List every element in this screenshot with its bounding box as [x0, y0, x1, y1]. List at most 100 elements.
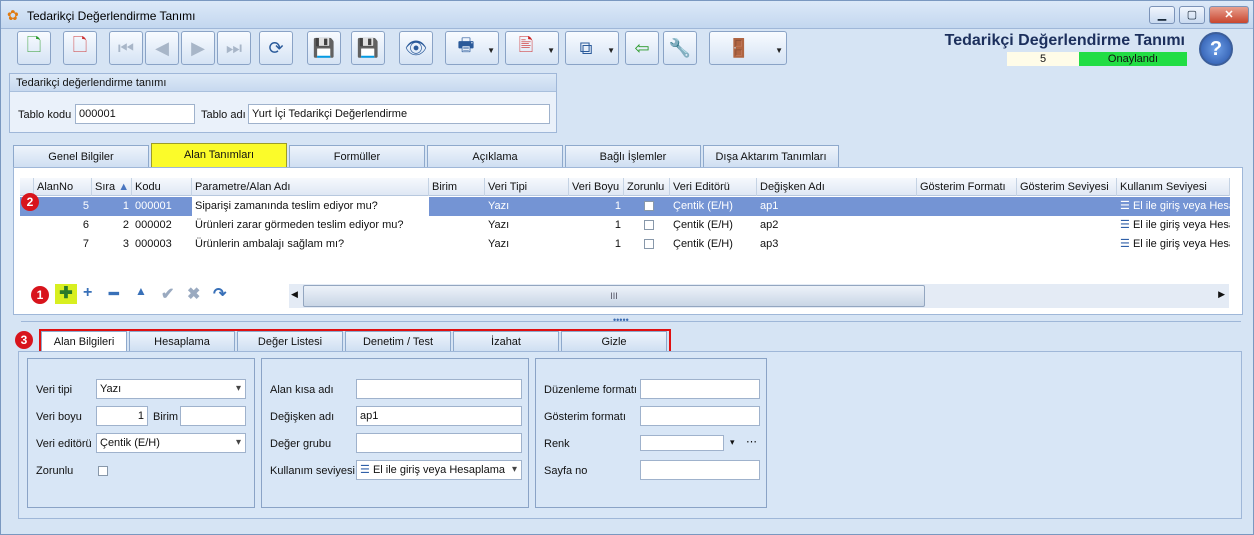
- tab-disa-aktarim[interactable]: Dışa Aktarım Tanımları: [703, 145, 839, 167]
- renk-color-picker[interactable]: [640, 435, 724, 451]
- table-row[interactable]: 6 2 000002 Ürünleri zarar görmeden tesli…: [20, 216, 1230, 235]
- veri-tipi-select[interactable]: Yazı: [96, 379, 246, 399]
- save-close-button[interactable]: 💾: [351, 31, 385, 65]
- degisken-adi-input[interactable]: ap1: [356, 406, 522, 426]
- tab-formuller[interactable]: Formüller: [289, 145, 425, 167]
- splitter-handle[interactable]: •••••: [613, 315, 629, 325]
- ellipsis-icon[interactable]: ⋯: [746, 435, 757, 448]
- main-window: ✿ Tedarikçi Değerlendirme Tanımı ▁ ▢ ✕ 🗋…: [0, 0, 1254, 535]
- last-record-button[interactable]: ⏭: [217, 31, 251, 65]
- exit-button[interactable]: 🚪 ▼: [709, 31, 787, 65]
- duzenleme-input[interactable]: [640, 379, 760, 399]
- tab-bagli-islemler[interactable]: Bağlı İşlemler: [565, 145, 701, 167]
- zorunlu-checkbox[interactable]: [643, 239, 654, 250]
- col-degisken-adi[interactable]: Değişken Adı: [757, 178, 917, 196]
- birim-input[interactable]: [180, 406, 246, 426]
- refresh-icon: ⟳: [268, 37, 284, 58]
- first-record-button[interactable]: ⏮: [109, 31, 143, 65]
- cell-kodu: 000001: [135, 200, 172, 212]
- renk-label: Renk: [544, 438, 570, 450]
- col-veri-tipi[interactable]: Veri Tipi: [485, 178, 569, 196]
- chevron-down-icon: ▼: [775, 46, 783, 55]
- zorunlu-checkbox[interactable]: [98, 466, 108, 476]
- cell-veri-boyu: 1: [614, 219, 621, 231]
- scrollbar-thumb[interactable]: III: [303, 285, 925, 307]
- new-doc-icon: 🗋: [26, 35, 42, 55]
- gosterim-label: Gösterim formatı: [544, 411, 626, 423]
- veri-editoru-label: Veri editörü: [36, 438, 92, 450]
- new-document-button[interactable]: 🗋: [17, 31, 51, 65]
- annotation-badge-1: 1: [31, 286, 49, 304]
- col-veri-editoru[interactable]: Veri Editörü: [670, 178, 757, 196]
- col-kullanim-seviyesi[interactable]: Kullanım Seviyesi: [1117, 178, 1230, 196]
- refresh-button[interactable]: ⟳: [259, 31, 293, 65]
- table-code-input[interactable]: 000001: [75, 104, 195, 124]
- zorunlu-checkbox[interactable]: [643, 220, 654, 231]
- alan-kisa-adi-input[interactable]: [356, 379, 522, 399]
- delete-row-button[interactable]: ━: [109, 284, 119, 304]
- confirm-button[interactable]: ✔: [161, 284, 174, 304]
- col-veri-boyu[interactable]: Veri Boyu: [569, 178, 624, 196]
- copy-button[interactable]: ⧉ ▼: [565, 31, 619, 65]
- cell-zorunlu[interactable]: [624, 216, 670, 235]
- gosterim-input[interactable]: [640, 406, 760, 426]
- cell-zorunlu[interactable]: [624, 197, 670, 216]
- scroll-left-icon[interactable]: ◀: [291, 289, 298, 300]
- col-gosterim-seviyesi[interactable]: Gösterim Seviyesi: [1017, 178, 1117, 196]
- preview-button[interactable]: 👁: [399, 31, 433, 65]
- deger-grubu-label: Değer grubu: [270, 438, 332, 450]
- col-parametre[interactable]: Parametre/Alan Adı: [192, 178, 429, 196]
- tab-aciklama[interactable]: Açıklama: [427, 145, 563, 167]
- tab-genel-bilgiler[interactable]: Genel Bilgiler: [13, 145, 149, 167]
- move-up-button[interactable]: ▲: [135, 284, 147, 298]
- maximize-button[interactable]: ▢: [1179, 6, 1205, 24]
- table-name-input[interactable]: Yurt İçi Tedarikçi Değerlendirme: [248, 104, 550, 124]
- chevron-down-icon: ▼: [487, 46, 495, 55]
- col-birim[interactable]: Birim: [429, 178, 485, 196]
- cell-veri-tipi: Yazı: [488, 219, 510, 231]
- chevron-down-icon[interactable]: ▾: [730, 437, 735, 448]
- col-alanno[interactable]: AlanNo: [34, 178, 92, 196]
- grid-horizontal-scrollbar[interactable]: ◀ III ▶: [289, 284, 1229, 308]
- cell-zorunlu[interactable]: [624, 235, 670, 254]
- redo-button[interactable]: ↷: [213, 284, 226, 304]
- table-row[interactable]: 5 1 000001 Siparişi zamanında teslim edi…: [20, 197, 1230, 216]
- export-pdf-button[interactable]: 🖹 ▼: [505, 31, 559, 65]
- minimize-button[interactable]: ▁: [1149, 6, 1175, 24]
- add-row-button[interactable]: ✚: [55, 284, 77, 304]
- deger-grubu-input[interactable]: [356, 433, 522, 453]
- cell-alanno: 5: [82, 200, 89, 212]
- cancel-edit-button[interactable]: ✖: [187, 284, 200, 304]
- col-kodu[interactable]: Kodu: [132, 178, 192, 196]
- col-gosterim-formati[interactable]: Gösterim Formatı: [917, 178, 1017, 196]
- veri-boyu-label: Veri boyu: [36, 411, 82, 423]
- help-button[interactable]: ?: [1199, 32, 1233, 66]
- kullanim-select[interactable]: ☰ El ile giriş veya Hesaplama: [356, 460, 522, 480]
- table-row[interactable]: 7 3 000003 Ürünlerin ambalajı sağlam mı?…: [20, 235, 1230, 254]
- import-button[interactable]: ⇦: [625, 31, 659, 65]
- next-record-button[interactable]: ▶: [181, 31, 215, 65]
- col-zorunlu[interactable]: Zorunlu: [624, 178, 670, 196]
- zorunlu-checkbox[interactable]: [643, 201, 654, 212]
- save-button[interactable]: 💾: [307, 31, 341, 65]
- scroll-right-icon[interactable]: ▶: [1218, 289, 1225, 300]
- cell-sira: 1: [122, 200, 129, 212]
- delete-document-button[interactable]: 🗋: [63, 31, 97, 65]
- prev-record-button[interactable]: ◀: [145, 31, 179, 65]
- veri-boyu-input[interactable]: 1: [96, 406, 148, 426]
- veri-editoru-select[interactable]: Çentik (E/H): [96, 433, 246, 453]
- list-icon: ☰: [1120, 200, 1130, 212]
- annotation-badge-3: 3: [15, 331, 33, 349]
- status-badge: Onaylandı: [1079, 52, 1187, 66]
- tab-alan-tanimlari[interactable]: Alan Tanımları: [151, 143, 287, 167]
- print-button[interactable]: 🖶 ▼: [445, 31, 499, 65]
- sayfa-input[interactable]: [640, 460, 760, 480]
- alan-kisa-adi-label: Alan kısa adı: [270, 384, 334, 396]
- cell-veri-editoru: Çentik (E/H): [673, 238, 733, 250]
- tools-button[interactable]: 🔧: [663, 31, 697, 65]
- cell-kodu: 000002: [135, 219, 172, 231]
- close-button[interactable]: ✕: [1209, 6, 1249, 24]
- insert-row-button[interactable]: +: [83, 284, 92, 302]
- col-sira[interactable]: Sıra ▲: [92, 178, 132, 196]
- cell-alan-adi[interactable]: Siparişi zamanında teslim ediyor mu?: [192, 197, 429, 216]
